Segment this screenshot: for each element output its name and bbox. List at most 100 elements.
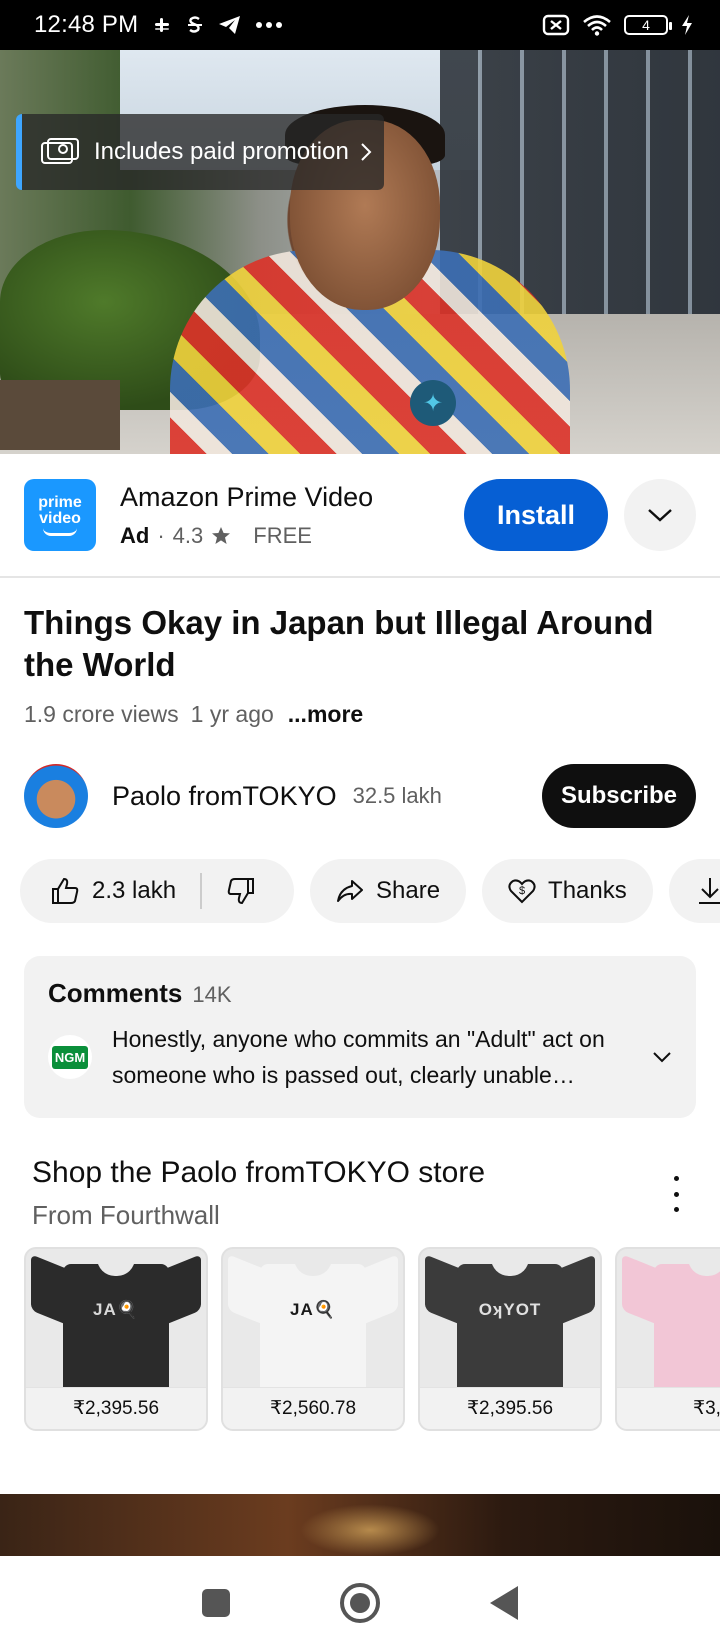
- download-icon: [698, 878, 720, 904]
- subscribe-button[interactable]: Subscribe: [542, 764, 696, 828]
- product-carousel[interactable]: JA🍳 ₹2,395.56 JA🍳 ₹2,560.78 OʞYOT ₹2,395…: [24, 1247, 720, 1431]
- like-count[interactable]: 2.3 lakh: [92, 877, 176, 905]
- chevron-right-icon: [361, 143, 372, 161]
- comments-card[interactable]: Comments 14K NGM Honestly, anyone who co…: [24, 956, 696, 1118]
- wifi-icon: [583, 15, 611, 36]
- thanks-button[interactable]: $ Thanks: [482, 859, 653, 923]
- battery-icon: 4: [624, 15, 672, 35]
- ad-tag: Ad: [120, 522, 150, 548]
- shirt-print: JA🍳: [290, 1300, 336, 1319]
- tshirt-image: [622, 1250, 720, 1404]
- install-button[interactable]: Install: [464, 479, 608, 551]
- product-card[interactable]: JA🍳 ₹2,560.78: [221, 1247, 405, 1431]
- video-meta[interactable]: 1.9 crore views 1 yr ago ...more: [24, 701, 363, 728]
- subscriber-count: 32.5 lakh: [352, 783, 442, 808]
- comments-count: 14K: [192, 982, 232, 1007]
- commenter-avatar: NGM: [48, 1035, 92, 1079]
- ad-price: FREE: [253, 522, 312, 548]
- comment-text: Honestly, anyone who commits an "Adult" …: [112, 1026, 605, 1088]
- status-bar: 12:48 PM 4: [0, 0, 720, 50]
- system-nav-bar: [0, 1556, 720, 1650]
- product-image: OʞYOT: [420, 1249, 600, 1404]
- ad-meta: Ad · 4.3 FREE: [120, 523, 373, 549]
- like-divider: [200, 873, 203, 909]
- app-logo-line2: video: [39, 509, 81, 527]
- ad-app-name: Amazon Prime Video: [120, 481, 374, 512]
- store-title: Shop the Paolo fromTOKYO store: [32, 1156, 486, 1189]
- tshirt-image: JA🍳: [31, 1250, 201, 1404]
- slack-icon: [155, 18, 170, 32]
- download-button[interactable]: [668, 859, 720, 923]
- product-card[interactable]: ₹3,: [615, 1247, 720, 1431]
- thumbnail-glow: [300, 1504, 440, 1556]
- like-icon[interactable]: [50, 876, 80, 906]
- comments-header: Comments 14K: [48, 978, 672, 1009]
- view-count: 1.9 crore views: [24, 701, 179, 727]
- paid-promotion-label: Includes paid promotion: [94, 138, 349, 165]
- video-title[interactable]: Things Okay in Japan but Illegal Around …: [24, 602, 704, 686]
- battery-level: 4: [642, 17, 650, 33]
- commenter-avatar-text: NGM: [51, 1045, 89, 1069]
- upload-age: 1 yr ago: [190, 701, 274, 727]
- more-link[interactable]: ...more: [288, 701, 363, 728]
- shirt-print: OʞYOT: [478, 1300, 542, 1319]
- thanks-label: Thanks: [548, 877, 627, 904]
- app-logo-line1: prime: [38, 493, 82, 511]
- star-icon: [212, 526, 231, 544]
- back-icon[interactable]: [490, 1586, 518, 1620]
- chevron-down-icon[interactable]: [652, 1051, 672, 1063]
- video-player[interactable]: ✦ Includes paid promotion: [0, 50, 720, 454]
- product-image: JA🍳: [26, 1249, 206, 1404]
- channel-row: Paolo fromTOKYO 32.5 lakh Subscribe: [24, 764, 696, 828]
- ad-row[interactable]: prime video Amazon Prime Video Ad · 4.3 …: [0, 454, 720, 578]
- status-time: 12:48 PM: [34, 11, 139, 38]
- store-menu-icon[interactable]: [664, 1176, 688, 1212]
- svg-text:$: $: [519, 885, 525, 897]
- tshirt-image: JA🍳: [228, 1250, 398, 1404]
- shirt-print: JA🍳: [93, 1300, 139, 1319]
- thanks-heart-icon: $: [508, 879, 536, 904]
- product-card[interactable]: JA🍳 ₹2,395.56: [24, 1247, 208, 1431]
- shirt-body: [457, 1264, 563, 1404]
- product-image: [617, 1249, 720, 1404]
- product-image: JA🍳: [223, 1249, 403, 1404]
- comments-title: Comments: [48, 978, 183, 1008]
- product-price: ₹3,: [617, 1387, 720, 1429]
- video-frame-bench: [0, 380, 120, 450]
- share-icon: [337, 880, 363, 902]
- share-button[interactable]: Share: [310, 859, 467, 923]
- store-subtitle: From Fourthwall: [32, 1200, 220, 1230]
- more-dots-icon: [256, 22, 283, 28]
- product-card[interactable]: OʞYOT ₹2,395.56: [418, 1247, 602, 1431]
- channel-avatar[interactable]: [24, 764, 88, 828]
- tshirt-image: OʞYOT: [425, 1250, 595, 1404]
- home-icon[interactable]: [340, 1583, 380, 1623]
- ad-info: Amazon Prime Video Ad · 4.3 FREE: [120, 482, 373, 549]
- charging-icon: [682, 15, 692, 35]
- recents-icon[interactable]: [202, 1589, 230, 1617]
- channel-name[interactable]: Paolo fromTOKYO: [112, 781, 337, 812]
- paid-promotion-icon: [41, 138, 79, 164]
- paid-promotion-banner[interactable]: Includes paid promotion: [16, 114, 384, 190]
- product-price: ₹2,395.56: [26, 1387, 206, 1429]
- chevron-down-icon: [648, 509, 672, 522]
- status-notification-icons: [152, 15, 283, 35]
- comment-preview: NGM Honestly, anyone who commits an "Adu…: [48, 1021, 672, 1093]
- prime-video-app-logo: prime video: [24, 479, 96, 551]
- ad-rating: 4.3: [172, 522, 204, 548]
- telegram-icon: [219, 16, 241, 34]
- ad-meta-separator: ·: [157, 522, 165, 548]
- dislike-icon[interactable]: [226, 876, 256, 906]
- shirt-body: [654, 1264, 720, 1404]
- next-video-thumbnail[interactable]: [0, 1494, 720, 1556]
- no-sim-icon: [542, 14, 570, 36]
- shirt-body: [63, 1264, 169, 1404]
- action-bar: 2.3 lakh Share $ Thanks: [20, 859, 720, 923]
- ad-expand-button[interactable]: [624, 479, 696, 551]
- amazon-smile-icon: [43, 528, 77, 536]
- s-icon: [188, 16, 203, 33]
- product-price: ₹2,395.56: [420, 1387, 600, 1429]
- jordan-logo-icon: ✦: [410, 380, 456, 426]
- like-dislike-pill: 2.3 lakh: [20, 859, 294, 923]
- product-price: ₹2,560.78: [223, 1387, 403, 1429]
